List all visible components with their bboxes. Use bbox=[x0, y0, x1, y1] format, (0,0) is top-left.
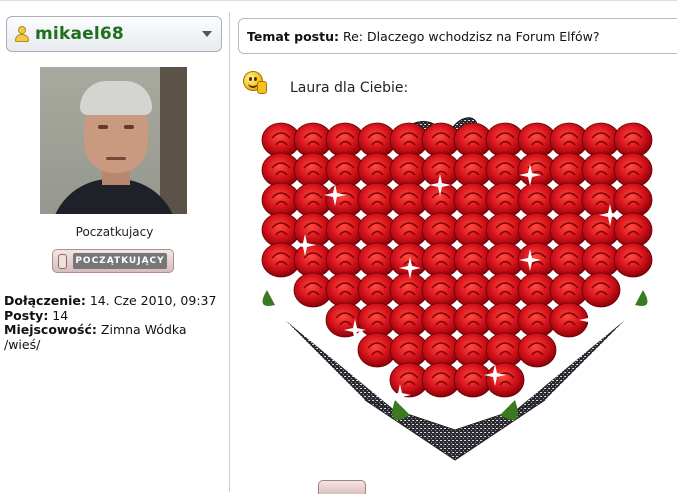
profile-info: Dołączenie: 14. Cze 2010, 09:37 Posty: 1… bbox=[4, 293, 226, 352]
column-divider bbox=[229, 12, 230, 492]
posts-label: Posty: bbox=[4, 307, 49, 323]
joined-row: Dołączenie: 14. Cze 2010, 09:37 bbox=[4, 293, 226, 309]
heart-rose-bouquet-image bbox=[261, 117, 653, 461]
joined-label: Dołączenie: bbox=[4, 293, 86, 308]
chevron-down-icon[interactable] bbox=[202, 31, 212, 37]
subject-label: Temat postu: bbox=[247, 28, 339, 44]
rank-badge-text: POCZĄTKUJĄCY bbox=[73, 253, 167, 269]
badge-knob-icon bbox=[58, 253, 67, 269]
post-message: Laura dla Ciebie: bbox=[290, 80, 409, 96]
profile-column: mikael68 Poczatkujacy POCZĄTKUJĄCY Dołąc… bbox=[0, 0, 229, 492]
posts-row: Posty: 14 bbox=[4, 307, 226, 324]
location-label: Miejscowość: bbox=[4, 322, 97, 337]
subject-value: Re: Dlaczego wchodzisz na Forum Elfów? bbox=[342, 28, 600, 44]
joined-value: 14. Cze 2010, 09:37 bbox=[89, 293, 217, 308]
avatar bbox=[40, 67, 187, 214]
posts-value: 14 bbox=[52, 307, 69, 323]
username[interactable]: mikael68 bbox=[35, 24, 124, 44]
rank-badge: POCZĄTKUJĄCY bbox=[52, 249, 174, 273]
post-subject-bar: Temat postu: Re: Dlaczego wchodzisz na F… bbox=[238, 18, 677, 54]
rank-title: Poczatkujacy bbox=[75, 225, 154, 239]
user-icon bbox=[15, 26, 29, 42]
smiley-icon bbox=[243, 71, 267, 95]
location-row: Miejscowość: Zimna Wódka /wieś/ bbox=[4, 322, 226, 352]
user-dropdown[interactable]: mikael68 bbox=[6, 16, 222, 52]
